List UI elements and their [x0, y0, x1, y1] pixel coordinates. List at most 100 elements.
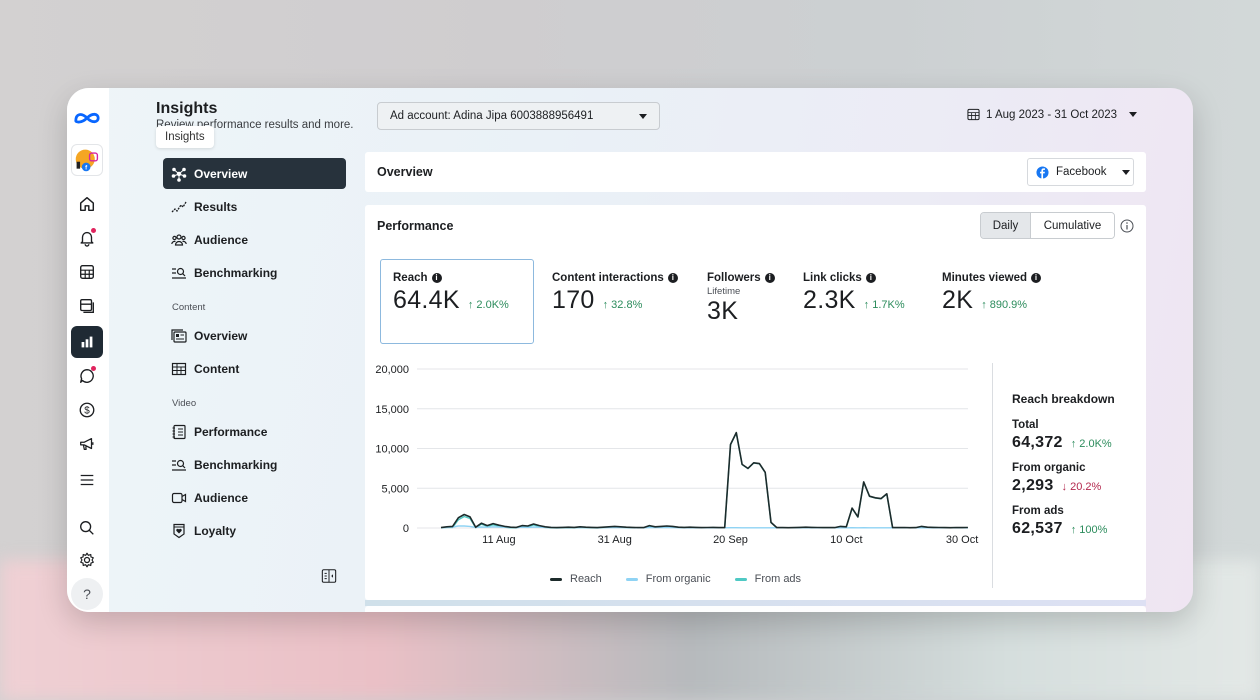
sidebar-item-label: Results — [194, 199, 238, 214]
metric-delta: ↑ 890.9% — [981, 299, 1028, 311]
svg-text:$: $ — [84, 406, 90, 417]
reach-breakdown: Reach breakdown Total 64,372 ↑ 2.0K% From… — [1012, 392, 1115, 548]
ads-icon[interactable] — [71, 428, 103, 460]
y-tick-label: 20,000 — [375, 364, 409, 376]
notifications-icon[interactable] — [71, 222, 103, 254]
reach-line-chart: 0 5,000 10,000 15,000 20,000 11 Aug 31 Aug 20 S… — [375, 364, 978, 546]
metric-label: Reach — [393, 272, 428, 284]
sidebar-item-benchmarking[interactable]: Benchmarking — [163, 257, 346, 288]
metric-minutes-viewed[interactable]: Minutes viewed i 2K ↑ 890.9% — [942, 259, 1041, 315]
benchmarking-icon — [170, 456, 187, 473]
next-card — [365, 606, 1146, 612]
page-title: Insights — [156, 100, 218, 117]
planner-icon[interactable] — [71, 256, 103, 288]
sidebar-item-label: Benchmarking — [194, 265, 278, 280]
chevron-down-icon — [639, 113, 647, 119]
sidebar-item-video-benchmarking[interactable]: Benchmarking — [163, 449, 346, 480]
date-range-picker[interactable]: 1 Aug 2023 - 31 Oct 2023 — [967, 108, 1138, 121]
sidebar-item-video-performance[interactable]: Performance — [163, 416, 346, 447]
legend-item-reach[interactable]: Reach — [550, 573, 602, 585]
legend-item-ads[interactable]: From ads — [734, 573, 801, 585]
sidebar-item-video-audience[interactable]: Audience — [163, 482, 346, 513]
sidebar-item-overview[interactable]: Overview — [163, 158, 346, 189]
y-tick-label: 0 — [403, 523, 409, 535]
breakdown-label-total: Total — [1012, 419, 1039, 431]
sidebar-item-content[interactable]: Content — [163, 353, 346, 384]
sidebar-item-label: Benchmarking — [194, 457, 278, 472]
menu-icon[interactable] — [71, 464, 103, 496]
series-line-from-ads — [440, 432, 968, 529]
content-icon[interactable] — [71, 290, 103, 322]
sidebar-item-label: Overview — [194, 328, 248, 343]
sidebar: Insights Review performance results and … — [109, 88, 359, 612]
sidebar-item-label: Loyalty — [194, 523, 237, 538]
metric-link-clicks[interactable]: Link clicks i 2.3K ↑ 1.7K% — [803, 259, 905, 315]
inbox-icon[interactable] — [71, 360, 103, 392]
ad-account-select[interactable]: Ad account: Adina Jipa 6003888956491 — [377, 102, 660, 130]
settings-icon[interactable] — [71, 544, 103, 576]
sidebar-item-results[interactable]: Results — [163, 191, 346, 222]
ad-account-label: Ad account: Adina Jipa 6003888956491 — [390, 110, 594, 122]
metric-label: Link clicks — [803, 272, 862, 284]
home-icon[interactable] — [71, 188, 103, 220]
info-icon[interactable]: i — [667, 273, 678, 283]
metric-followers[interactable]: Followers i Lifetime 3K — [707, 259, 775, 326]
sidebar-item-audience[interactable]: Audience — [163, 224, 346, 255]
y-tick-label: 5,000 — [381, 483, 409, 495]
legend-item-organic[interactable]: From organic — [625, 573, 711, 585]
help-icon[interactable]: ? — [71, 578, 103, 610]
breakdown-value-ads: 62,537 — [1012, 520, 1063, 537]
metric-label: Followers — [707, 272, 761, 284]
breakdown-delta-organic: ↓ 20.2% — [1061, 481, 1102, 493]
info-icon[interactable]: i — [865, 273, 876, 283]
platform-select[interactable]: Facebook — [1027, 158, 1134, 186]
collapse-sidebar-button[interactable] — [321, 568, 339, 586]
breakdown-value-total: 64,372 — [1012, 434, 1063, 451]
sidebar-item-loyalty[interactable]: Loyalty — [163, 515, 346, 546]
audience-icon — [170, 231, 187, 248]
breakdown-title: Reach breakdown — [1012, 392, 1115, 406]
monetization-icon[interactable]: $ — [71, 394, 103, 426]
date-range-label: 1 Aug 2023 - 31 Oct 2023 — [986, 108, 1118, 121]
metric-value: 3K — [707, 297, 739, 325]
inbox-badge — [91, 366, 96, 371]
legend-label: Reach — [570, 573, 602, 585]
x-tick-label: 10 Oct — [830, 534, 862, 546]
info-icon[interactable] — [1120, 219, 1134, 233]
y-tick-label: 15,000 — [375, 404, 409, 416]
sidebar-item-label: Audience — [194, 490, 249, 505]
chevron-down-icon — [1129, 112, 1138, 117]
x-tick-label: 20 Sep — [713, 534, 748, 546]
meta-logo[interactable] — [71, 102, 103, 134]
info-icon[interactable]: i — [431, 273, 442, 283]
toggle-daily[interactable]: Daily — [981, 213, 1031, 238]
legend-label: From organic — [645, 573, 711, 585]
insights-icon[interactable] — [71, 326, 103, 358]
info-icon[interactable]: i — [1031, 273, 1041, 283]
legend-swatch — [625, 577, 638, 581]
y-tick-label: 10,000 — [375, 444, 409, 456]
metric-reach[interactable]: Reach i 64.4K ↑ 2.0K% — [380, 259, 534, 344]
performance-card: Performance Daily Cumulative Reach i 64.4… — [365, 205, 1146, 600]
app-window: f $ ? Insights Review performance result… — [67, 88, 1193, 612]
performance-icon — [170, 423, 187, 440]
legend-swatch — [734, 577, 747, 581]
series-line-reach — [440, 431, 968, 529]
metric-value: 64.4K — [393, 286, 460, 314]
tooltip: Insights — [156, 126, 214, 148]
sidebar-item-label: Audience — [194, 232, 249, 247]
profile-avatar[interactable]: f — [71, 144, 103, 176]
chevron-down-icon — [1121, 169, 1130, 175]
calendar-icon — [967, 108, 980, 121]
info-icon[interactable]: i — [764, 273, 775, 283]
sidebar-item-content-overview[interactable]: Overview — [163, 320, 346, 351]
metric-content-interactions[interactable]: Content interactions i 170 ↑ 32.8% — [552, 259, 678, 315]
overview-title: Overview — [377, 165, 433, 179]
video-icon — [170, 489, 187, 506]
breakdown-value-organic: 2,293 — [1012, 477, 1054, 494]
chart-legend: Reach From organic From ads — [550, 573, 801, 585]
toggle-cumulative[interactable]: Cumulative — [1031, 213, 1114, 238]
loyalty-icon — [170, 522, 187, 539]
search-icon[interactable] — [71, 512, 103, 544]
benchmarking-icon — [170, 264, 187, 281]
